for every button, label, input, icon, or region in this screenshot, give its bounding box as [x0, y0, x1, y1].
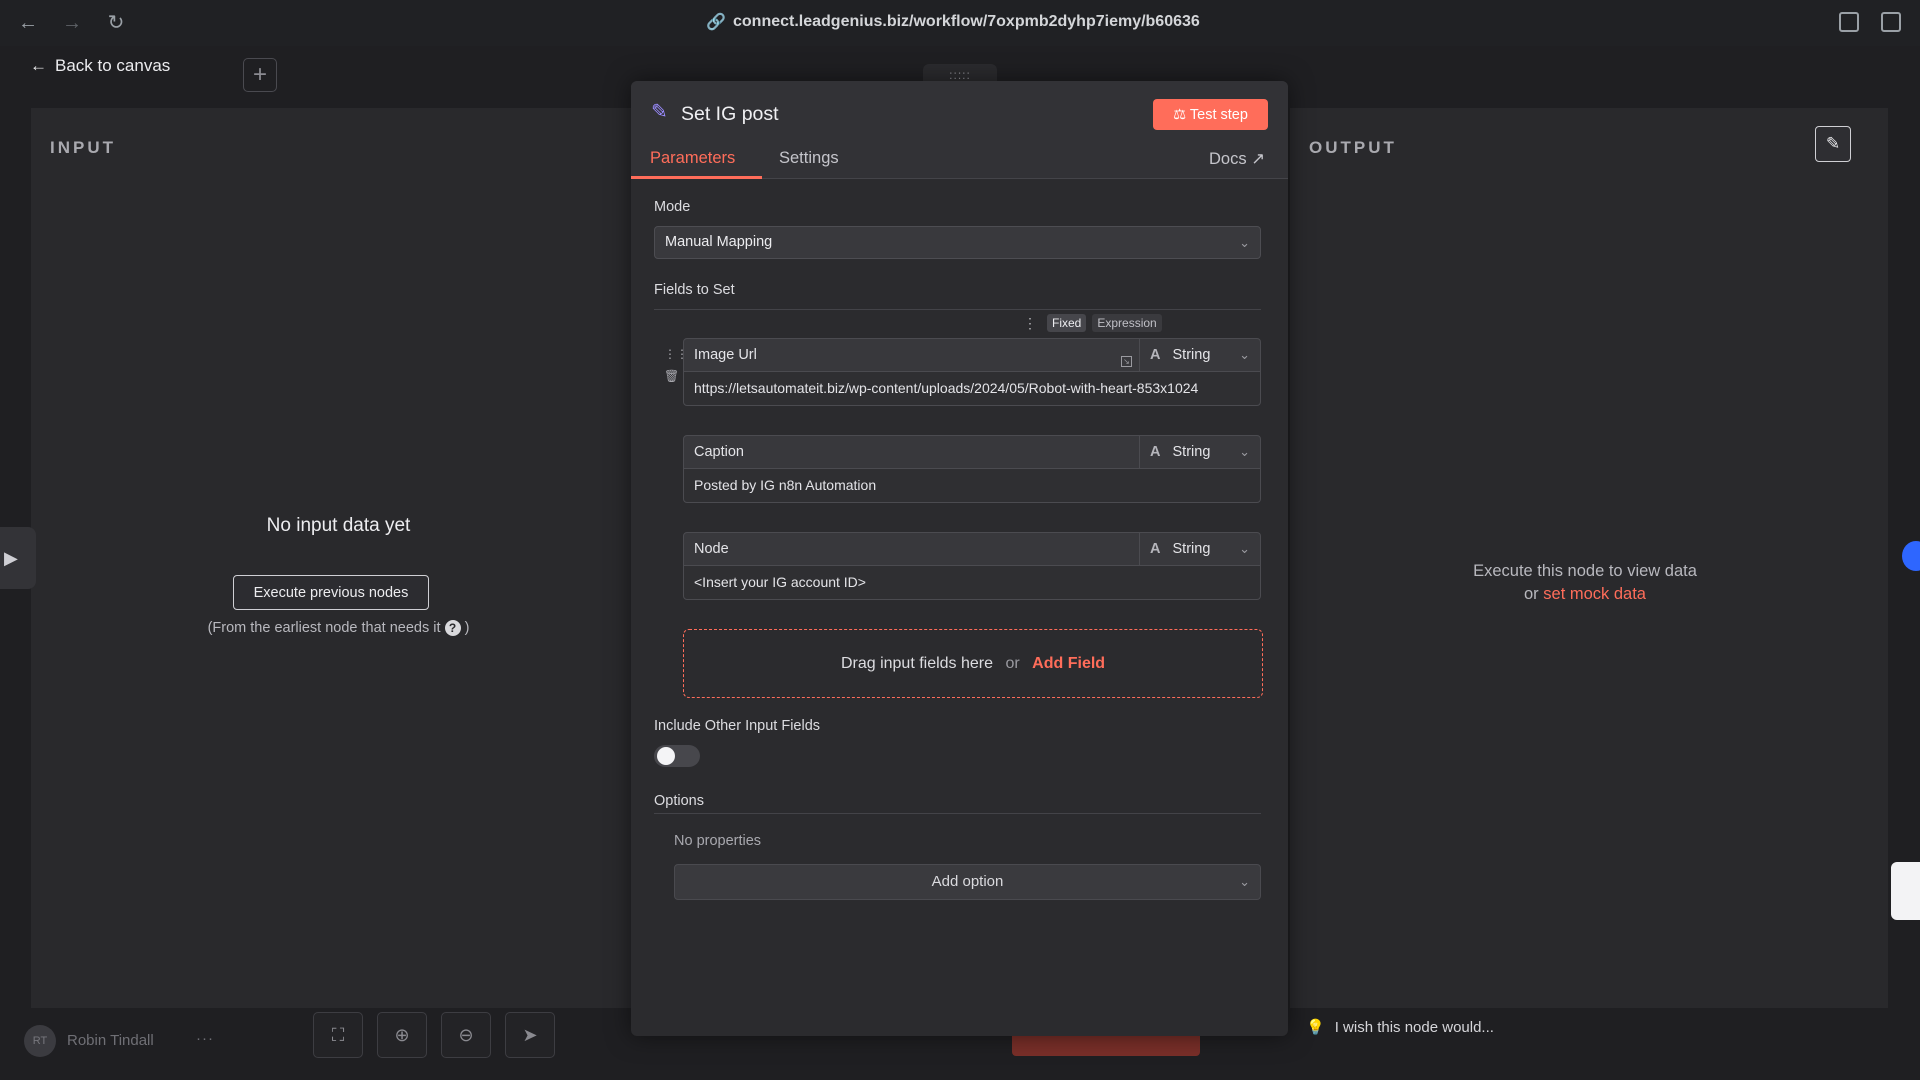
expression-option[interactable]: Expression: [1092, 314, 1162, 332]
field-type-select[interactable]: A String ⌄: [1139, 338, 1261, 372]
dropzone-or: or: [1005, 655, 1020, 672]
divider: [654, 309, 1261, 310]
external-link-icon: ↗: [1251, 150, 1266, 168]
input-panel: INPUT No input data yet Execute previous…: [31, 108, 646, 1008]
chevron-down-icon: ⌄: [1239, 235, 1250, 250]
tab-settings[interactable]: Settings: [779, 149, 839, 168]
type-string-icon: A: [1150, 541, 1161, 557]
field-dropzone[interactable]: Drag input fields here or Add Field: [683, 629, 1263, 698]
chevron-down-icon: ⌄: [1239, 444, 1250, 459]
dropzone-text: Drag input fields here: [840, 655, 994, 672]
arrow-left-icon: ←: [30, 56, 47, 75]
no-properties-text: No properties: [674, 833, 762, 849]
address-bar[interactable]: connect.leadgenius.biz/workflow/7oxpmb2d…: [733, 13, 1200, 31]
user-menu-button[interactable]: ···: [196, 1030, 214, 1047]
extensions-icon[interactable]: [1839, 12, 1859, 32]
test-step-label: Test step: [1189, 106, 1248, 123]
toggle-knob: [657, 747, 675, 765]
execute-hint-text: (From the earliest node that needs it: [207, 620, 441, 636]
active-tab-indicator: [631, 176, 762, 179]
docs-label: Docs: [1209, 150, 1247, 168]
set-mock-data-link[interactable]: set mock data: [1543, 585, 1646, 603]
add-node-button[interactable]: +: [243, 58, 277, 92]
zoom-out-icon[interactable]: ⊖: [441, 1012, 491, 1058]
more-vertical-icon[interactable]: ⋮: [1023, 315, 1037, 332]
field-type-value: String: [1172, 347, 1211, 363]
output-empty-message: Execute this node to view data or set mo…: [1290, 560, 1880, 606]
mode-label: Mode: [654, 199, 691, 215]
fixed-option[interactable]: Fixed: [1047, 314, 1087, 332]
chevron-down-icon: ⌄: [1239, 541, 1250, 556]
node-dialog: ✎ Set IG post ⚖ Test step Parameters Set…: [631, 81, 1288, 1036]
user-name: Robin Tindall: [67, 1032, 154, 1049]
node-title[interactable]: Set IG post: [681, 103, 779, 126]
flask-icon: ⚖: [1173, 106, 1187, 123]
node-header: ✎ Set IG post ⚖ Test step Parameters Set…: [631, 81, 1288, 179]
execute-hint-close: ): [464, 620, 470, 636]
edit-output-icon[interactable]: ✎: [1815, 126, 1851, 162]
feedback-text: I wish this node would...: [1334, 1018, 1494, 1036]
field-name-input[interactable]: Node: [683, 532, 1140, 566]
field-name-input[interactable]: Image Url: [683, 338, 1140, 372]
type-string-icon: A: [1150, 444, 1161, 460]
docs-link[interactable]: Docs ↗: [1209, 149, 1265, 169]
fixed-expression-toggle[interactable]: ⋮ Fixed Expression: [1023, 314, 1162, 332]
mode-value: Manual Mapping: [665, 234, 773, 250]
type-string-icon: A: [1150, 347, 1161, 363]
field-value-input[interactable]: https://letsautomateit.biz/wp-content/up…: [683, 371, 1261, 406]
include-other-fields-toggle[interactable]: [654, 745, 700, 767]
add-option-select[interactable]: Add option ⌄: [674, 864, 1261, 900]
output-or-text: or: [1524, 585, 1539, 603]
test-step-button[interactable]: ⚖ Test step: [1153, 99, 1268, 130]
zoom-in-icon[interactable]: ⊕: [377, 1012, 427, 1058]
back-icon[interactable]: ←: [16, 11, 40, 35]
options-label: Options: [654, 793, 704, 809]
tidy-up-icon[interactable]: ➤: [505, 1012, 555, 1058]
lightbulb-icon: 💡: [1306, 1019, 1325, 1036]
no-input-title: No input data yet: [266, 515, 411, 536]
mode-select[interactable]: Manual Mapping ⌄: [654, 226, 1261, 259]
add-option-label: Add option: [931, 873, 1004, 890]
pencil-icon: ✎: [651, 101, 668, 123]
avatar[interactable]: RT: [24, 1025, 56, 1057]
back-to-canvas-label: Back to canvas: [55, 56, 171, 75]
output-panel: OUTPUT ✎ Execute this node to view data …: [1290, 108, 1888, 1008]
browser-toolbar: ← → ↻ 🔗 connect.leadgenius.biz/workflow/…: [0, 0, 1920, 46]
field-type-value: String: [1172, 541, 1211, 557]
feedback-link[interactable]: 💡 I wish this node would...: [1306, 1018, 1494, 1037]
reload-icon[interactable]: ↻: [104, 11, 128, 35]
field-type-select[interactable]: A String ⌄: [1139, 435, 1261, 469]
side-tab[interactable]: [1891, 862, 1920, 920]
expand-icon[interactable]: ↘: [1121, 356, 1132, 367]
field-name-input[interactable]: Caption: [683, 435, 1140, 469]
output-panel-title: OUTPUT: [1309, 138, 1397, 157]
include-other-fields-label: Include Other Input Fields: [654, 718, 821, 734]
fit-view-icon[interactable]: ⛶: [313, 1012, 363, 1058]
execute-previous-nodes-button[interactable]: Execute previous nodes: [233, 575, 429, 610]
field-value-input[interactable]: <Insert your IG account ID>: [683, 565, 1261, 600]
execute-hint: (From the earliest node that needs it ? …: [31, 620, 646, 636]
add-field-button[interactable]: Add Field: [1032, 655, 1105, 672]
tab-parameters[interactable]: Parameters: [650, 149, 735, 168]
output-message-text: Execute this node to view data: [1473, 562, 1697, 580]
fields-to-set-label: Fields to Set: [654, 282, 735, 298]
field-type-select[interactable]: A String ⌄: [1139, 532, 1261, 566]
trash-icon[interactable]: 🗑: [664, 369, 679, 383]
chevron-down-icon: ⌄: [1239, 347, 1250, 362]
field-type-value: String: [1172, 444, 1211, 460]
back-to-canvas-link[interactable]: ← Back to canvas: [30, 56, 170, 76]
divider: [654, 813, 1261, 814]
help-icon[interactable]: ?: [444, 620, 461, 636]
cursor-icon: ▶: [0, 527, 36, 589]
input-panel-title: INPUT: [50, 138, 116, 157]
forward-icon[interactable]: →: [60, 11, 84, 35]
chevron-down-icon: ⌄: [1239, 874, 1250, 889]
sidepanel-icon[interactable]: [1881, 12, 1901, 32]
field-value-input[interactable]: Posted by IG n8n Automation: [683, 468, 1261, 503]
link-icon: 🔗: [706, 14, 726, 31]
